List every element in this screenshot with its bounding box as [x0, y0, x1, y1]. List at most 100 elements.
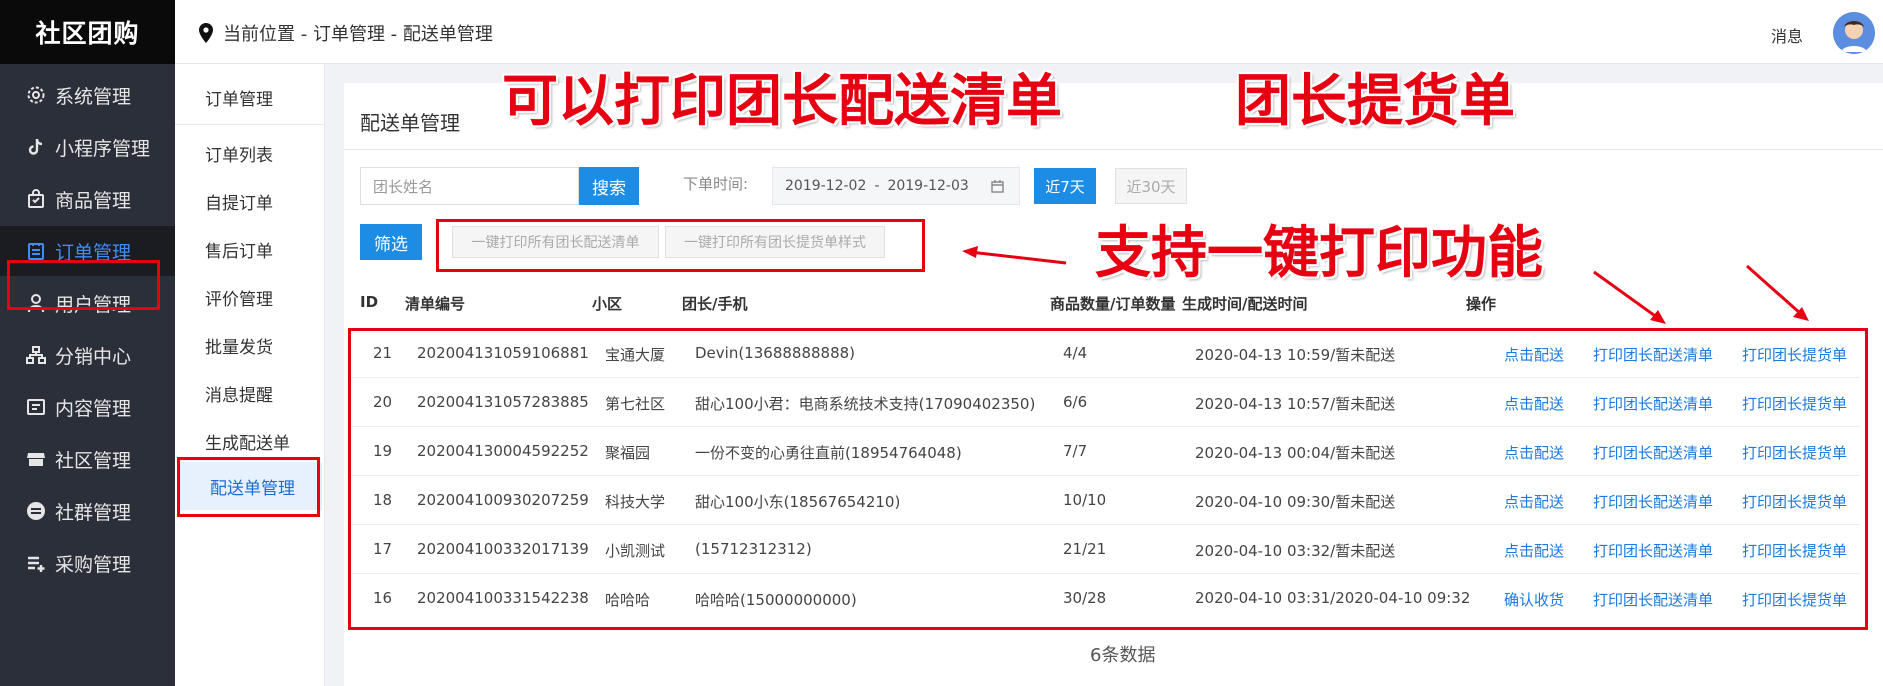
arrow-icon	[1746, 264, 1809, 321]
submenu-item-batch-ship[interactable]: 批量发货	[205, 333, 273, 358]
cell-list-no: 202004100331542238	[417, 589, 589, 607]
sidebar-item-content[interactable]: 内容管理	[0, 382, 175, 432]
deliver-link[interactable]: 点击配送	[1504, 540, 1564, 561]
submenu-item-pickup-orders[interactable]: 自提订单	[205, 189, 273, 214]
sidebar-item-label: 小程序管理	[55, 137, 151, 160]
date-end: 2019-12-03	[887, 178, 969, 194]
annotation-headline-pickup: 团长提货单	[1235, 69, 1515, 134]
sidebar-item-label: 系统管理	[55, 85, 132, 108]
print-delivery-list-link[interactable]: 打印团长配送清单	[1593, 589, 1713, 610]
cell-leader: 哈哈哈(15000000000)	[695, 591, 857, 609]
last-7-days-button[interactable]: 近7天	[1034, 168, 1096, 204]
deliver-link[interactable]: 点击配送	[1504, 442, 1564, 463]
gear-icon	[26, 85, 46, 105]
print-delivery-list-link[interactable]: 打印团长配送清单	[1593, 393, 1713, 414]
table-row: 19 202004130004592252 聚福园 一份不变的心勇往直前(189…	[351, 427, 1860, 476]
deliver-link[interactable]: 点击配送	[1504, 491, 1564, 512]
record-count: 6条数据	[1090, 645, 1156, 666]
print-pickup-list-link[interactable]: 打印团长提货单	[1742, 491, 1847, 512]
print-pickup-list-link[interactable]: 打印团长提货单	[1742, 393, 1847, 414]
print-pickup-list-link[interactable]: 打印团长提货单	[1742, 589, 1847, 610]
sidebar: 社区团购 系统管理 小程序管理 商品管理 订单管理 用户管理 分销中心 内容管理…	[0, 0, 175, 686]
content-icon	[26, 397, 46, 417]
cell-leader: 甜心100小君：电商系统技术支持(17090402350)	[695, 395, 1036, 413]
print-delivery-list-link[interactable]: 打印团长配送清单	[1593, 491, 1713, 512]
cell-time: 2020-04-13 10:57/暂未配送	[1195, 395, 1396, 413]
divider	[175, 124, 325, 125]
confirm-receipt-link[interactable]: 确认收货	[1504, 589, 1564, 610]
column-header-actions: 操作	[1466, 295, 1497, 313]
sidebar-item-system[interactable]: 系统管理	[0, 70, 175, 120]
sidebar-item-users[interactable]: 用户管理	[0, 278, 175, 328]
sidebar-item-goods[interactable]: 商品管理	[0, 174, 175, 224]
print-delivery-list-link[interactable]: 打印团长配送清单	[1593, 442, 1713, 463]
print-delivery-list-link[interactable]: 打印团长配送清单	[1593, 540, 1713, 561]
sidebar-item-purchase[interactable]: 采购管理	[0, 538, 175, 588]
submenu-item-notifications[interactable]: 消息提醒	[205, 381, 273, 406]
table-row: 18 202004100930207259 科技大学 甜心100小东(18567…	[351, 476, 1860, 525]
cell-community: 哈哈哈	[605, 591, 651, 609]
cell-community: 聚福园	[605, 444, 651, 462]
print-pickup-list-link[interactable]: 打印团长提货单	[1742, 344, 1847, 365]
cell-id: 21	[373, 344, 393, 362]
cell-id: 18	[373, 491, 393, 509]
submenu-item-delivery-management[interactable]: 配送单管理	[178, 462, 322, 510]
column-header-community: 小区	[592, 295, 623, 313]
sidebar-item-label: 用户管理	[55, 293, 132, 316]
cell-time: 2020-04-10 09:30/暂未配送	[1195, 493, 1396, 511]
cell-time: 2020-04-13 00:04/暂未配送	[1195, 444, 1396, 462]
submenu-title: 订单管理	[205, 90, 273, 110]
submenu-item-generate-delivery[interactable]: 生成配送单	[205, 429, 290, 454]
arrow-icon	[1593, 270, 1666, 324]
cell-leader: (15712312312)	[695, 540, 812, 558]
sidebar-item-label: 内容管理	[55, 397, 132, 420]
deliver-link[interactable]: 点击配送	[1504, 393, 1564, 414]
filter-button[interactable]: 筛选	[360, 224, 422, 260]
sidebar-item-orders[interactable]: 订单管理	[0, 226, 175, 276]
leader-name-search-input[interactable]: 团长姓名	[360, 167, 579, 205]
sidebar-item-distribution[interactable]: 分销中心	[0, 330, 175, 380]
batch-print-delivery-lists-button[interactable]: 一键打印所有团长配送清单	[452, 226, 659, 258]
deliver-link[interactable]: 点击配送	[1504, 344, 1564, 365]
table-row: 16 202004100331542238 哈哈哈 哈哈哈(1500000000…	[351, 574, 1860, 623]
table-row: 20 202004131057283885 第七社区 甜心100小君：电商系统技…	[351, 378, 1860, 427]
avatar[interactable]	[1833, 12, 1875, 54]
table-row: 21 202004131059106881 宝通大厦 Devin(1368888…	[351, 329, 1860, 378]
submenu-item-after-sales[interactable]: 售后订单	[205, 237, 273, 262]
cell-quantity: 6/6	[1063, 393, 1088, 411]
submenu-item-reviews[interactable]: 评价管理	[205, 285, 273, 310]
group-icon	[26, 501, 46, 521]
date-range-picker[interactable]: 2019-12-02 - 2019-12-03	[772, 167, 1020, 205]
tiktok-icon	[26, 137, 46, 157]
print-delivery-list-link[interactable]: 打印团长配送清单	[1593, 344, 1713, 365]
cell-id: 20	[373, 393, 393, 411]
date-separator: -	[874, 178, 880, 194]
cell-list-no: 202004131059106881	[417, 344, 589, 362]
sidebar-item-community[interactable]: 社区管理	[0, 434, 175, 484]
table-row: 17 202004100332017139 小凯测试 (15712312312)…	[351, 525, 1860, 574]
print-pickup-list-link[interactable]: 打印团长提货单	[1742, 540, 1847, 561]
breadcrumb-text: 当前位置 - 订单管理 - 配送单管理	[223, 24, 493, 45]
sidebar-item-groups[interactable]: 社群管理	[0, 486, 175, 536]
cell-leader: 甜心100小东(18567654210)	[695, 493, 901, 511]
cell-list-no: 202004130004592252	[417, 442, 589, 460]
annotation-headline-one-click: 支持一键打印功能	[1095, 221, 1543, 286]
sidebar-item-miniprogram[interactable]: 小程序管理	[0, 122, 175, 172]
submenu-item-order-list[interactable]: 订单列表	[205, 141, 273, 166]
batch-print-pickup-lists-button[interactable]: 一键打印所有团长提货单样式	[665, 226, 885, 258]
cell-id: 17	[373, 540, 393, 558]
last-30-days-button[interactable]: 近30天	[1115, 168, 1187, 204]
print-pickup-list-link[interactable]: 打印团长提货单	[1742, 442, 1847, 463]
messages-link[interactable]: 消息	[1771, 23, 1803, 47]
cell-time: 2020-04-10 03:32/暂未配送	[1195, 542, 1396, 560]
cell-quantity: 7/7	[1063, 442, 1088, 460]
location-pin-icon	[199, 23, 213, 43]
column-header-time: 生成时间/配送时间	[1182, 295, 1308, 313]
search-button[interactable]: 搜索	[579, 167, 639, 205]
user-icon	[26, 293, 46, 313]
cell-community: 宝通大厦	[605, 346, 666, 364]
purchase-icon	[26, 553, 46, 573]
cell-list-no: 202004100332017139	[417, 540, 589, 558]
cell-time: 2020-04-10 03:31/2020-04-10 09:32	[1195, 589, 1471, 607]
sidebar-item-label: 社区管理	[55, 449, 132, 472]
